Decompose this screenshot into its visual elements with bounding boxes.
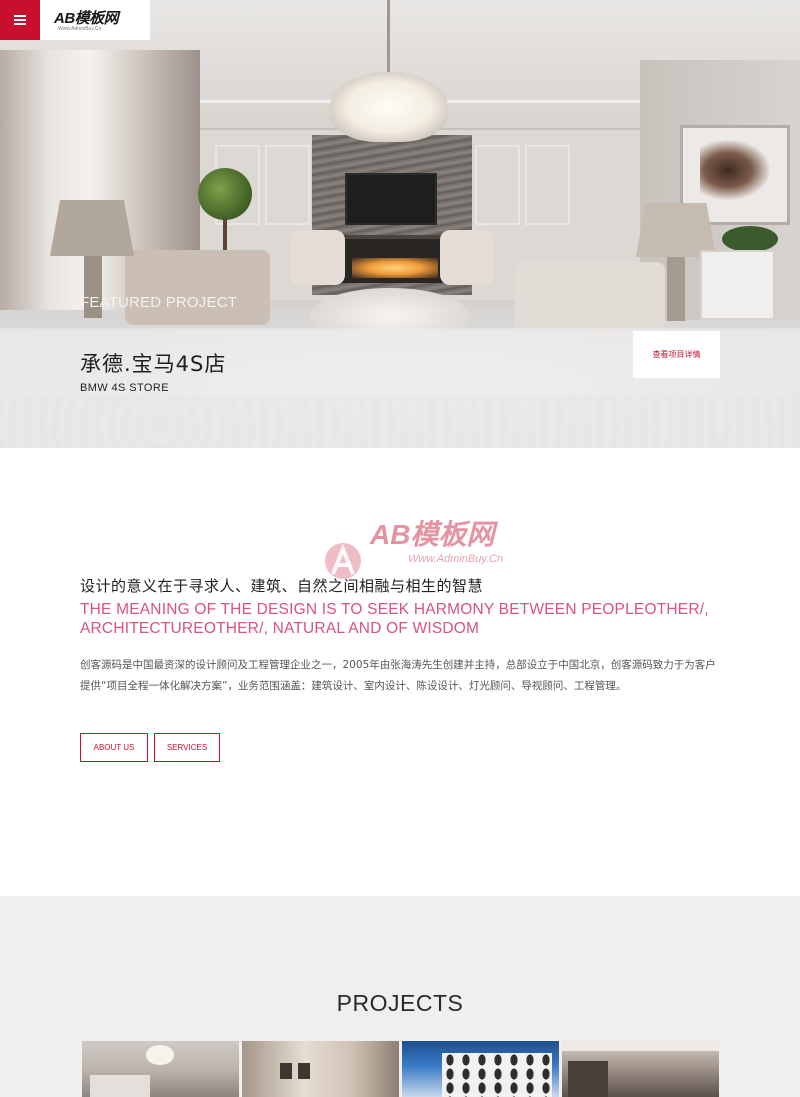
thumb-sofa xyxy=(90,1075,150,1097)
project-thumbnail[interactable] xyxy=(562,1041,719,1097)
fireplace-flame xyxy=(352,258,438,278)
topiary-tree xyxy=(198,168,252,220)
services-button[interactable]: SERVICES xyxy=(154,733,220,762)
thumb-picture-frame xyxy=(298,1063,310,1079)
logo-subtext: Www.AdminBuy.Cn xyxy=(58,26,102,32)
dresser xyxy=(700,250,775,320)
thumb-picture-frame xyxy=(280,1063,292,1079)
about-description: 创客源码是中国最资深的设计顾问及工程管理企业之一，2005年由张海涛先生创建并主… xyxy=(80,659,716,692)
view-project-detail-button[interactable]: 查看项目详情 xyxy=(633,331,720,378)
featured-project-tag: FEATURED PROJECT xyxy=(80,294,238,311)
wall-panel xyxy=(475,145,520,225)
site-logo[interactable]: AB模板网 Www.AdminBuy.Cn xyxy=(40,0,150,40)
about-heading-zh: 设计的意义在于寻求人、建筑、自然之间相融与相生的智慧 xyxy=(80,577,484,595)
sofa-right xyxy=(515,262,665,334)
menu-button[interactable] xyxy=(0,0,40,40)
armchair-left xyxy=(290,230,345,285)
wall-art-ink xyxy=(700,140,770,200)
thumb-chandelier xyxy=(146,1045,174,1065)
project-thumbnail[interactable] xyxy=(82,1041,239,1097)
about-heading-en: THE MEANING OF THE DESIGN IS TO SEEK HAR… xyxy=(80,601,709,637)
hamburger-menu-icon xyxy=(14,15,26,25)
project-thumbnail[interactable] xyxy=(402,1041,559,1097)
plant-right xyxy=(722,226,778,252)
logo-text: AB模板网 xyxy=(54,10,119,27)
wall-panel xyxy=(525,145,570,225)
thumb-ceiling-light xyxy=(562,1041,719,1051)
hero-subtitle: BMW 4S STORE xyxy=(80,382,169,394)
hero-title: 承德.宝马4S店 xyxy=(80,352,227,376)
table-lamp-right-base xyxy=(667,257,685,321)
wall-panel xyxy=(265,145,310,225)
about-us-button[interactable]: ABOUT US xyxy=(80,733,148,762)
watermark-url: Www.AdminBuy.Cn xyxy=(408,553,504,565)
watermark: AB模板网 Www.AdminBuy.Cn xyxy=(320,513,520,583)
thumb-building-facade xyxy=(442,1053,552,1097)
television xyxy=(345,173,437,225)
thumb-shelf xyxy=(568,1061,608,1097)
project-thumbnail[interactable] xyxy=(242,1041,399,1097)
table-lamp-right-shade xyxy=(636,203,716,257)
hero-banner xyxy=(0,0,800,448)
armchair-right xyxy=(440,230,495,285)
chandelier-rod xyxy=(387,0,390,75)
watermark-text: AB模板网 xyxy=(370,519,495,550)
chandelier xyxy=(330,72,448,142)
sofa-left xyxy=(125,250,270,325)
projects-title: PROJECTS xyxy=(336,990,464,1016)
table-lamp-left-shade xyxy=(50,200,134,256)
